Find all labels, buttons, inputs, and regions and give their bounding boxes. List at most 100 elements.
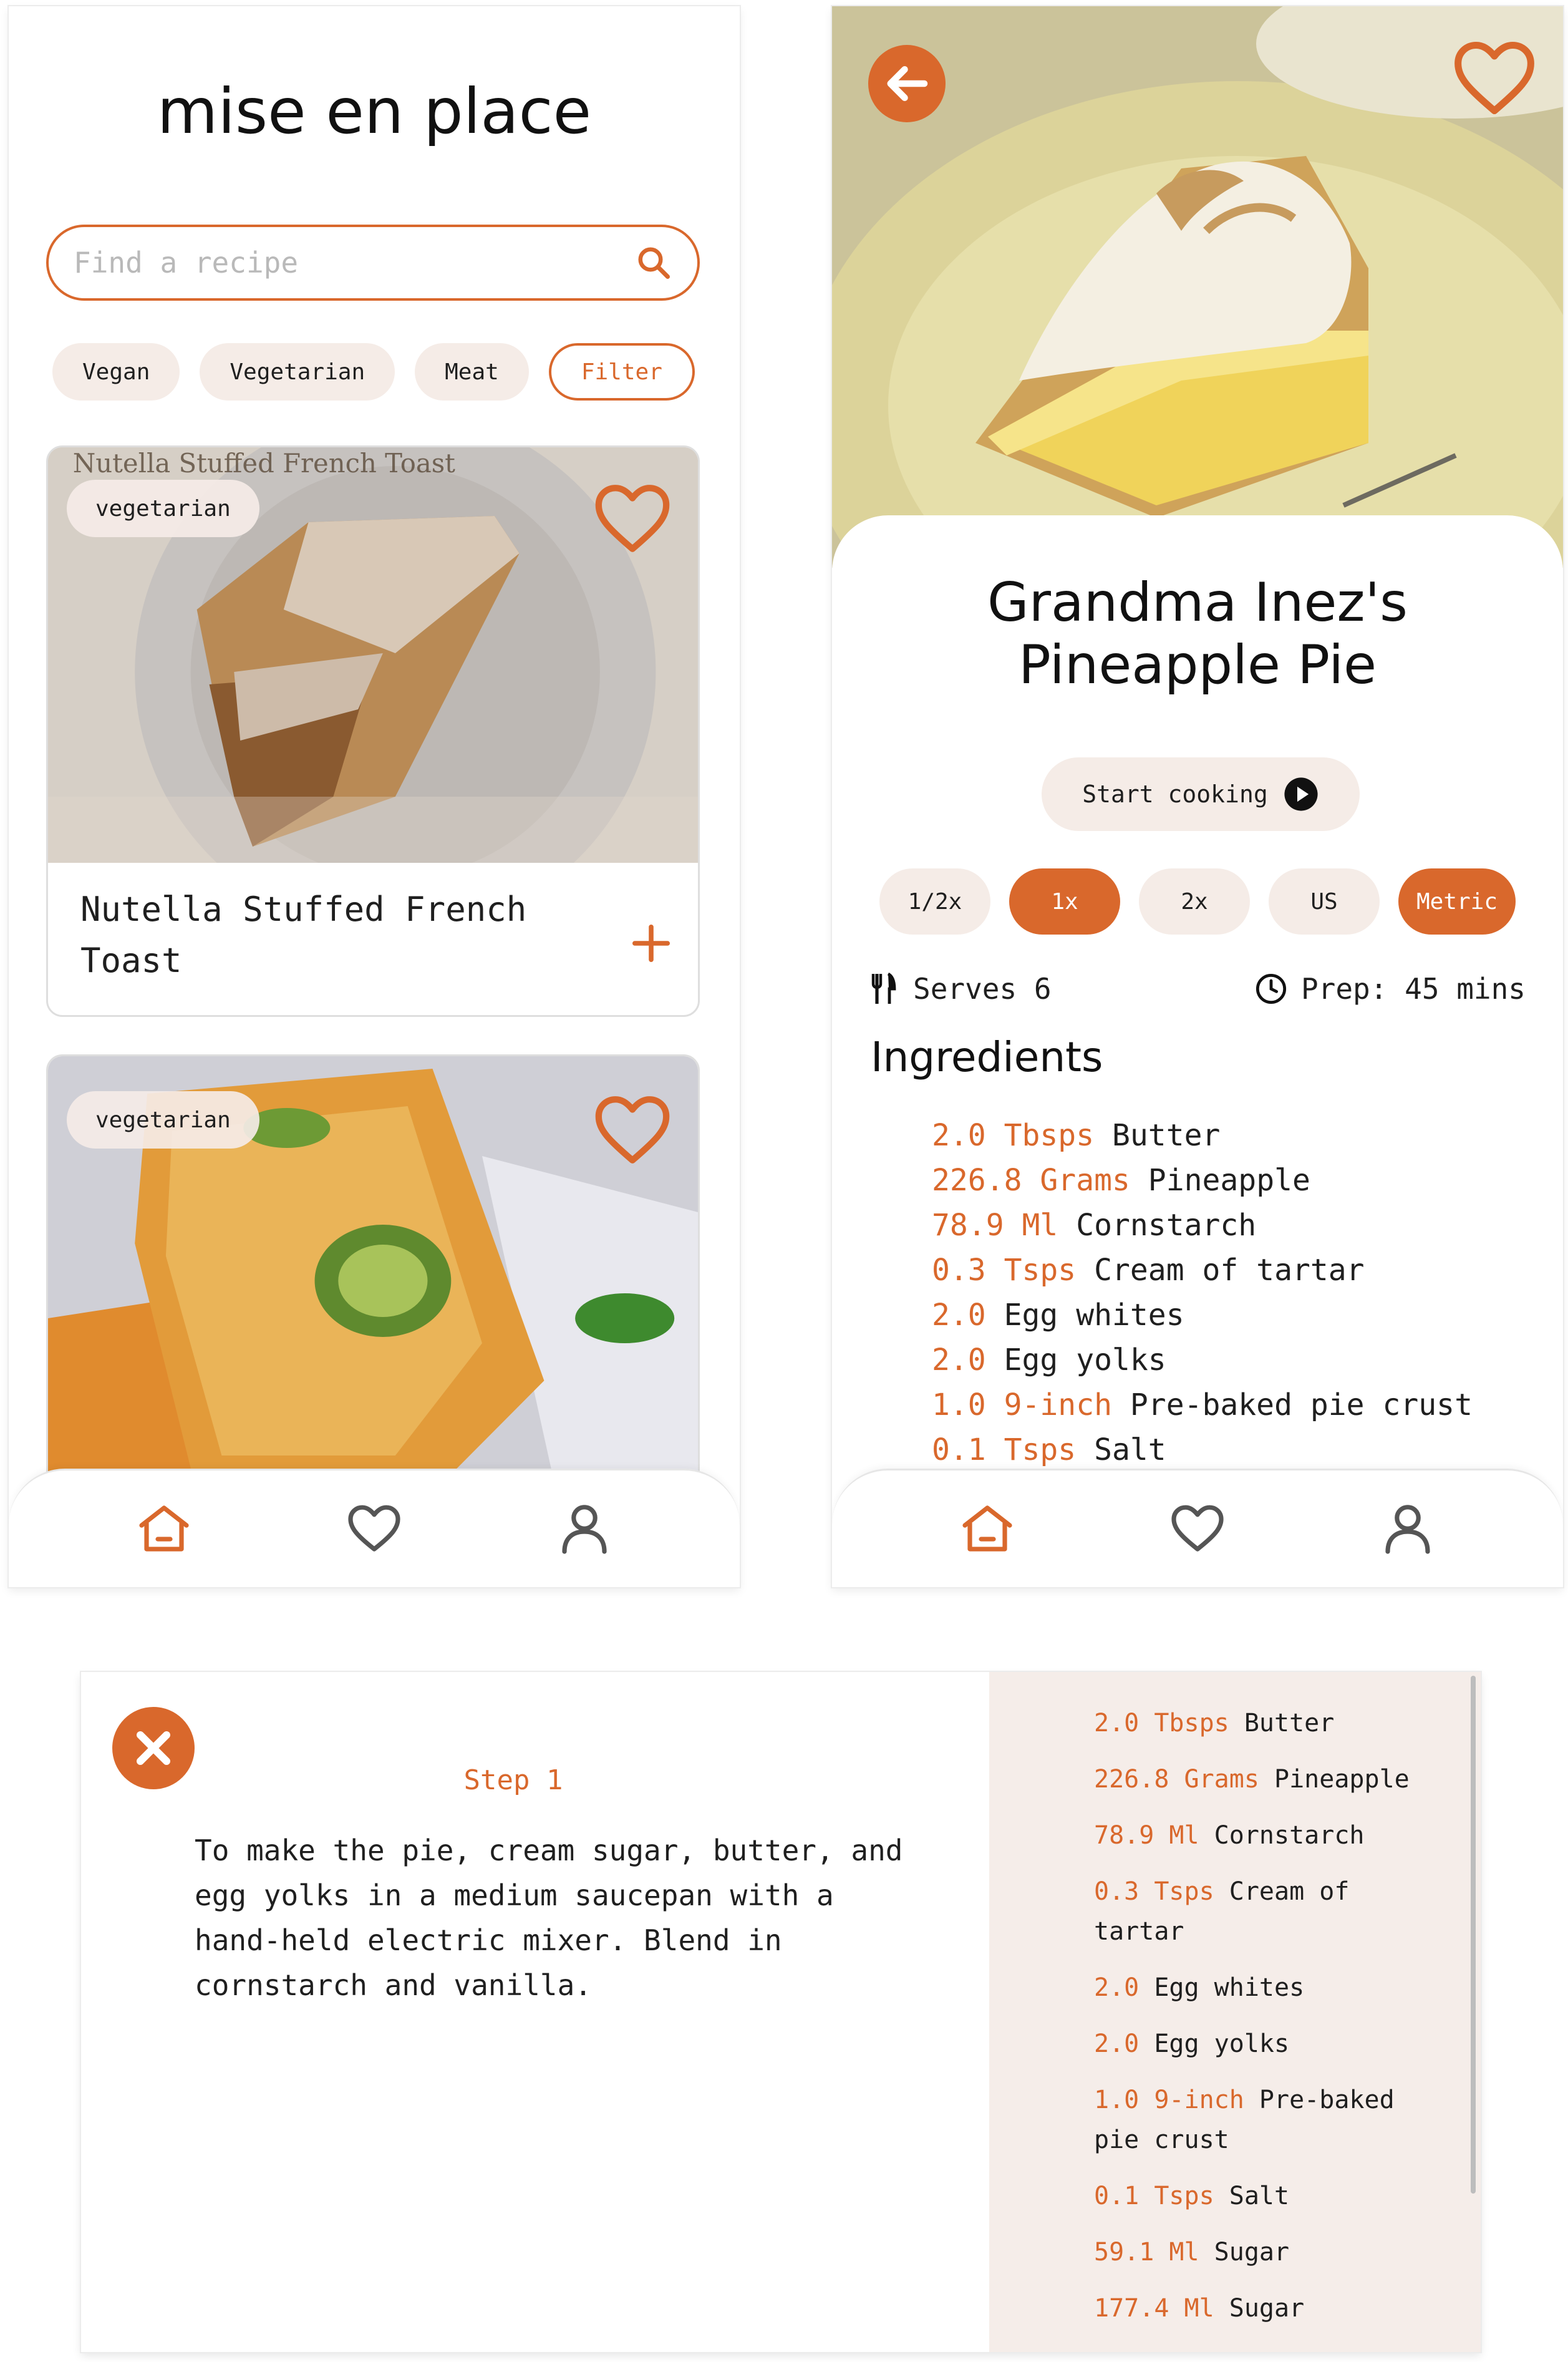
ingredient-item: 2.0 Egg yolks	[932, 1338, 1473, 1383]
nav-profile[interactable]	[1373, 1495, 1442, 1563]
heart-icon	[348, 1505, 400, 1552]
ingredient-item: 1.0 9-inch Pre-baked pie crust	[932, 1383, 1473, 1427]
ingredient-amount: 0.1 Tsps	[1094, 2182, 1214, 2210]
ingredient-amount: 226.8 Grams	[1094, 1765, 1259, 1794]
nav-home[interactable]	[953, 1495, 1022, 1563]
scale-2x[interactable]: 2x	[1139, 868, 1250, 935]
ingredient-item: 1.0 9-inch Pre-baked pie crust	[1094, 2080, 1443, 2160]
ingredient-name: Sugar	[1229, 2294, 1305, 2323]
prep-time: Prep: 45 mins	[1255, 972, 1526, 1006]
ingredient-item: 2.0 Tbsps Butter	[1094, 1703, 1443, 1743]
ingredient-name: Cornstarch	[1076, 1208, 1257, 1243]
ingredient-amount: 1.0 9-inch	[1094, 2086, 1244, 2114]
step-instructions: To make the pie, cream sugar, butter, an…	[195, 1834, 903, 2002]
ingredient-name: Cornstarch	[1214, 1821, 1365, 1850]
nav-profile[interactable]	[550, 1495, 619, 1563]
ingredient-item: 2.0 Egg whites	[932, 1293, 1473, 1338]
user-icon	[562, 1504, 607, 1554]
fork-knife-icon	[871, 972, 896, 1004]
add-icon[interactable]	[629, 921, 673, 965]
chip-vegan[interactable]: Vegan	[52, 343, 180, 401]
bottom-nav	[9, 1469, 740, 1587]
recipe-card[interactable]: Nutella Stuffed French Toast vegetarian …	[46, 445, 700, 1017]
start-cooking-label: Start cooking	[1082, 780, 1268, 808]
photo-caption: Nutella Stuffed French Toast	[73, 448, 455, 479]
ingredient-name: Egg whites	[1004, 1298, 1184, 1333]
unit-metric[interactable]: Metric	[1398, 868, 1516, 935]
recipe-tag: vegetarian	[67, 480, 259, 537]
ingredient-item: 0.3 Tsps Cream of tartar	[1094, 1872, 1443, 1951]
scale-1x[interactable]: 1x	[1009, 868, 1120, 935]
ingredient-list: 2.0 Tbsps Butter 226.8 Grams Pineapple 7…	[932, 1113, 1473, 1472]
ingredient-amount: 0.1 Tsps	[932, 1432, 1077, 1467]
ingredient-name: Sugar	[1214, 2238, 1290, 2267]
ingredient-item: 2.0 Egg yolks	[1094, 2024, 1443, 2064]
recipe-title: Nutella Stuffed French Toast	[80, 890, 527, 980]
nav-home[interactable]	[130, 1495, 198, 1563]
ingredient-name: Cream of tartar	[1094, 1253, 1365, 1288]
nav-favorites[interactable]	[340, 1495, 409, 1563]
step-ingredients-panel: 2.0 Tbsps Butter 226.8 Grams Pineapple 7…	[989, 1672, 1481, 2352]
ingredient-amount: 2.0	[1094, 2029, 1140, 2058]
scrollbar[interactable]	[1471, 1676, 1476, 2194]
serves-text: Serves 6	[913, 972, 1052, 1006]
ingredient-name: Pineapple	[1148, 1163, 1310, 1198]
ingredient-name: Egg whites	[1154, 1973, 1305, 2002]
ingredient-amount: 226.8 Grams	[932, 1163, 1130, 1198]
arrow-left-icon	[887, 66, 928, 101]
ingredient-amount: 2.0 Tbsps	[932, 1118, 1095, 1153]
ingredient-item: 0.1 Tsps Salt	[932, 1427, 1473, 1472]
heart-icon	[1171, 1505, 1224, 1552]
ingredient-item: 78.9 Ml Cornstarch	[932, 1203, 1473, 1248]
favorite-heart-icon[interactable]	[1451, 37, 1538, 119]
chip-meat[interactable]: Meat	[415, 343, 529, 401]
scale-selector: 1/2x 1x 2x US Metric	[879, 868, 1516, 935]
search-bar[interactable]	[46, 225, 700, 301]
search-input[interactable]	[74, 246, 635, 279]
recipe-tag: vegetarian	[67, 1091, 259, 1149]
ingredient-name: Pineapple	[1274, 1765, 1410, 1794]
recipe-sheet: Grandma Inez's Pineapple Pie Start cooki…	[832, 515, 1563, 1587]
ingredient-name: Pre-baked pie crust	[1130, 1388, 1473, 1422]
ingredient-amount: 78.9 Ml	[932, 1208, 1058, 1243]
chip-vegetarian[interactable]: Vegetarian	[200, 343, 395, 401]
ingredient-name: Butter	[1244, 1709, 1335, 1737]
play-icon	[1284, 777, 1318, 811]
home-screen: mise en place Vegan Vegetarian Meat Filt…	[9, 6, 740, 1587]
start-cooking-button[interactable]: Start cooking	[1042, 757, 1360, 831]
ingredient-item: 0.3 Tsps Cream of tartar	[932, 1248, 1473, 1293]
ingredient-amount: 2.0 Tbsps	[1094, 1709, 1229, 1737]
ingredient-amount: 2.0	[932, 1343, 986, 1378]
filter-button[interactable]: Filter	[548, 343, 695, 401]
recipe-title-line1: Grandma Inez's	[987, 571, 1408, 634]
ingredient-amount: 177.4 Ml	[1094, 2294, 1214, 2323]
ingredient-name: Egg yolks	[1154, 2029, 1290, 2058]
favorite-heart-icon[interactable]	[592, 481, 673, 556]
ingredient-name: Salt	[1094, 1432, 1166, 1467]
search-icon[interactable]	[635, 244, 672, 281]
ingredient-amount: 1.0 9-inch	[932, 1388, 1112, 1422]
recipe-title: Grandma Inez's Pineapple Pie	[832, 571, 1563, 696]
unit-us[interactable]: US	[1269, 868, 1380, 935]
scale-half[interactable]: 1/2x	[879, 868, 990, 935]
clock-icon	[1256, 973, 1287, 1004]
user-icon	[1385, 1504, 1430, 1554]
ingredient-name: Butter	[1112, 1118, 1221, 1153]
recipe-card[interactable]: vegetarian	[46, 1054, 700, 1491]
cooking-step-screen: Step 1 To make the pie, cream sugar, but…	[81, 1672, 1481, 2352]
back-button[interactable]	[868, 45, 946, 122]
ingredient-amount: 2.0	[1094, 1973, 1140, 2002]
ingredient-amount: 2.0	[932, 1298, 986, 1333]
ingredient-item: 0.1 Tsps Salt	[1094, 2176, 1443, 2216]
serves: Serves 6	[869, 972, 1052, 1006]
ingredients-heading: Ingredients	[871, 1033, 1103, 1081]
recipe-detail-screen: Grandma Inez's Pineapple Pie Start cooki…	[832, 6, 1563, 1587]
ingredient-item: 226.8 Grams Pineapple	[1094, 1759, 1443, 1799]
ingredient-item: 2.0 Tbsps Butter	[932, 1113, 1473, 1158]
favorite-heart-icon[interactable]	[592, 1092, 673, 1167]
ingredient-name: Egg yolks	[1004, 1343, 1166, 1378]
recipe-title-line2: Pineapple Pie	[1018, 634, 1377, 696]
ingredient-name: Salt	[1229, 2182, 1290, 2210]
step-number: Step 1	[463, 1764, 563, 1796]
nav-favorites[interactable]	[1163, 1495, 1232, 1563]
